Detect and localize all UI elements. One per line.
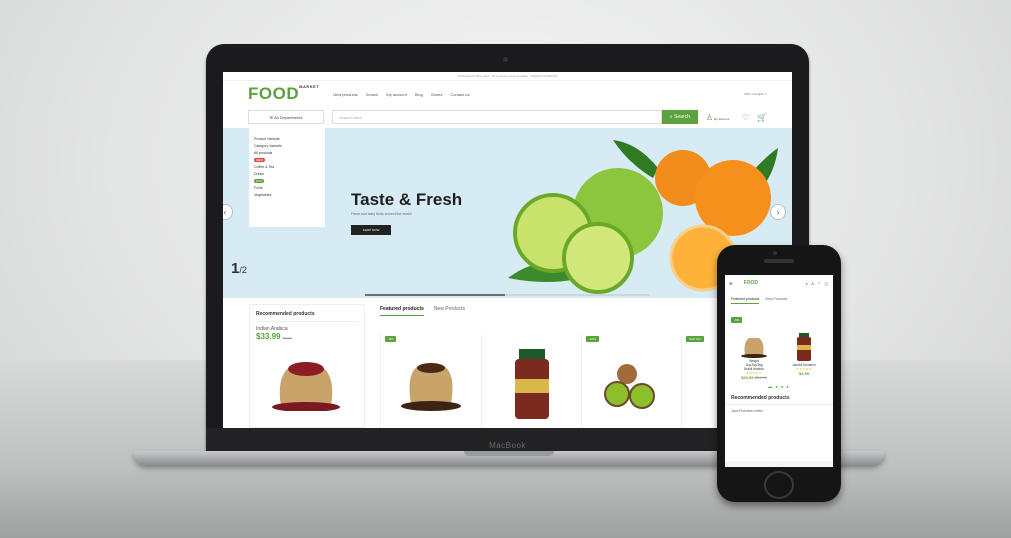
menu-item-all-products[interactable]: All products <box>254 150 320 157</box>
laptop-camera <box>503 57 508 62</box>
coffee-sack-image <box>272 362 340 412</box>
coffee-sack-image <box>401 363 461 411</box>
slider-progress <box>365 294 650 296</box>
coffee-jar-image <box>797 333 811 361</box>
cart-icon[interactable]: 🛒 <box>824 281 829 286</box>
all-departments-button[interactable]: ☰ All Departments <box>248 110 324 124</box>
discount-badge: -10% <box>586 336 600 342</box>
nav-my-account[interactable]: My account <box>386 92 406 97</box>
nav-contact-us[interactable]: Contact us <box>450 92 469 97</box>
search-input[interactable]: Search store <box>332 110 662 124</box>
phone-camera <box>773 251 777 255</box>
menu-item-fruits[interactable]: Fruits <box>254 185 320 192</box>
slider-prev-button[interactable]: ‹ <box>223 204 233 220</box>
chevron-left-icon: ‹ <box>223 207 227 217</box>
phone-speaker <box>764 259 794 263</box>
recommended-products-box: Recommended products Indian Arabica $33.… <box>249 304 365 428</box>
phone-logo[interactable]: FOOD <box>744 280 758 286</box>
slider-next-button[interactable]: › <box>770 204 786 220</box>
phone-product-list: Weight 1kg 2kg 5kg Brazil Arabica ★★★★★ … <box>725 328 833 384</box>
wishlist-icon[interactable]: ♡ <box>817 281 821 286</box>
list-item[interactable]: Jacobs Monarch ★★★★★ $4.99 <box>781 332 827 380</box>
menu-item-vegetables[interactable]: Vegetables <box>254 192 320 199</box>
nav-stores[interactable]: Stores <box>431 92 443 97</box>
tab-featured-products[interactable]: Featured products <box>380 306 424 316</box>
category-menu: Product Variants Category Variants All p… <box>249 128 325 227</box>
hamburger-menu-icon[interactable]: ☰ <box>729 281 733 286</box>
hero-title: Taste & Fresh <box>351 190 463 209</box>
site-logo[interactable]: FOODMARKET <box>248 84 319 104</box>
nav-new-products[interactable]: New products <box>333 92 357 97</box>
recommended-title: Recommended products <box>256 311 358 322</box>
product-mockup-scene: Professional office desc · Ecommerce sto… <box>0 0 1011 538</box>
shop-now-button[interactable]: SHOP NOW <box>351 225 391 235</box>
currency-language-selector[interactable]: USD ∨ English ∨ <box>744 92 767 96</box>
phone-home-button[interactable] <box>764 471 794 499</box>
product-card[interactable]: -5% <box>380 334 480 428</box>
lime-slice-right <box>562 222 634 294</box>
account-link[interactable]: ♙ My account <box>706 113 734 122</box>
tab-new-products[interactable]: New Products <box>434 306 465 316</box>
tab-featured-products[interactable]: Featured products <box>731 297 760 304</box>
top-info-bar: Professional office desc · Ecommerce sto… <box>223 72 792 81</box>
coffee-sack-image <box>741 338 767 358</box>
phone-product-tabs: Featured products New Products <box>725 291 833 306</box>
chevron-right-icon: › <box>776 207 780 217</box>
tab-new-products[interactable]: New Products <box>765 297 787 304</box>
laptop-screen: Professional office desc · Ecommerce sto… <box>223 72 792 428</box>
search-bar-row: ☰ All Departments Search store ⌕ Search … <box>223 107 792 127</box>
site-header: FOODMARKET New products Search My accoun… <box>223 81 792 107</box>
slide-counter: 1/2 <box>231 260 247 277</box>
product-tabs: Featured products New Products <box>380 306 465 316</box>
menu-item-drinks[interactable]: Drinks <box>254 171 320 178</box>
phone-bottom-bar <box>725 461 833 467</box>
cart-icon[interactable]: 🛒 <box>757 113 767 122</box>
search-icon[interactable]: ⌕ <box>806 281 808 286</box>
product-card[interactable] <box>481 334 581 428</box>
main-nav: New products Search My account Blog Stor… <box>333 92 469 97</box>
orange-front <box>695 160 771 236</box>
new-tag: NEW <box>254 158 265 162</box>
hot-tag: HOT <box>254 179 265 183</box>
phone-recommended-item[interactable]: Java Robusta coffee <box>725 405 833 417</box>
menu-item-category-variants[interactable]: Category Variants <box>254 143 320 150</box>
menu-item-product-variants[interactable]: Product Variants <box>254 136 320 143</box>
discount-badge: -5% <box>731 317 743 323</box>
user-icon[interactable]: ♙ <box>811 281 815 286</box>
recommended-product-price: $33.99 $39.99 <box>256 332 292 341</box>
coffee-jar-image <box>515 349 549 419</box>
wishlist-icon[interactable]: ♡ <box>742 113 749 122</box>
search-button[interactable]: ⌕ Search <box>661 110 698 124</box>
phone-header: ☰ FOOD ⌕ ♙ ♡ 🛒 <box>725 275 833 291</box>
list-item[interactable]: Weight 1kg 2kg 5kg Brazil Arabica ★★★★★ … <box>731 332 777 380</box>
nav-blog[interactable]: Blog <box>415 92 423 97</box>
hero-slider: Product Variants Category Variants All p… <box>223 128 792 298</box>
phone-recommended-title: Recommended products <box>725 389 833 405</box>
sold-out-badge: Sold Out <box>686 336 704 342</box>
menu-item-coffee-tea[interactable]: Coffee & Tea <box>254 164 320 171</box>
products-section: Recommended products Indian Arabica $33.… <box>223 298 792 428</box>
user-icon: ♙ <box>705 112 714 122</box>
kiwi-image <box>604 364 655 409</box>
phone-device: ☰ FOOD ⌕ ♙ ♡ 🛒 Featured products New Pro… <box>717 245 841 502</box>
product-card[interactable]: -10% <box>581 334 681 428</box>
hero-subtitle: Fresh and tasty fruits around the world! <box>351 212 412 216</box>
phone-screen: ☰ FOOD ⌕ ♙ ♡ 🛒 Featured products New Pro… <box>725 275 833 467</box>
nav-search[interactable]: Search <box>366 92 379 97</box>
discount-badge: -5% <box>385 336 397 342</box>
